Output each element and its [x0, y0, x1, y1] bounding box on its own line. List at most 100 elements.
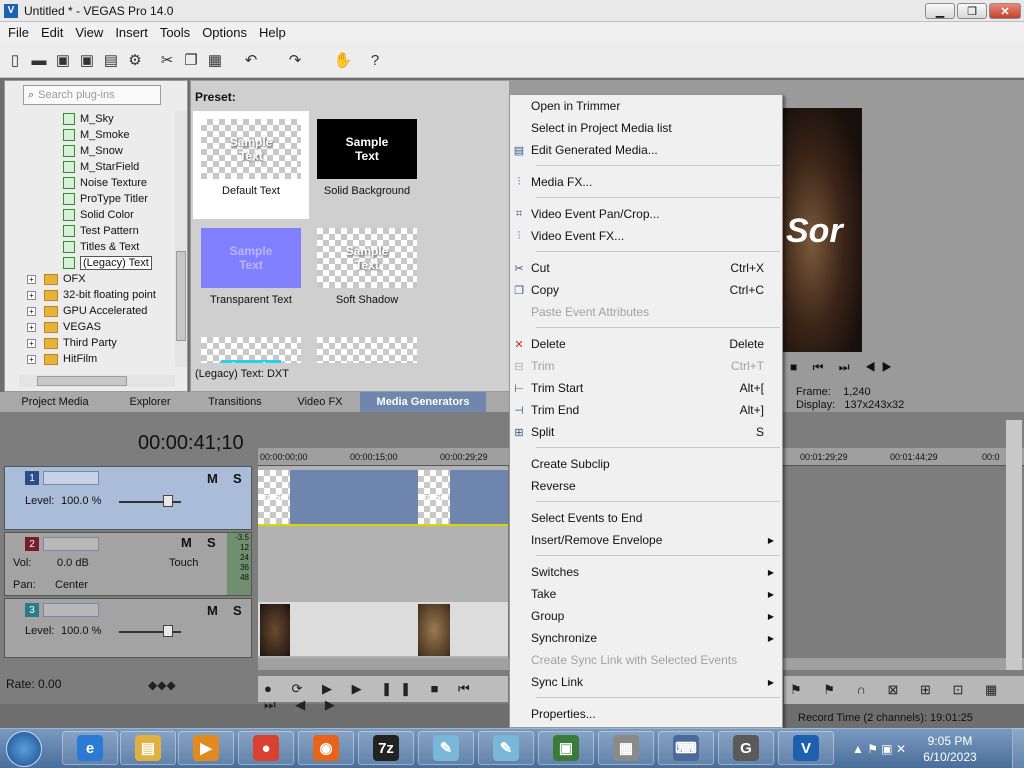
tree-item[interactable]: +32-bit floating point — [5, 287, 175, 303]
taskbar-app-vegas[interactable]: V — [778, 731, 834, 765]
tab-transitions[interactable]: Transitions — [190, 392, 280, 412]
edit-tools-icons[interactable]: ⚑ ⚑ ∩ ⊠ ⊞ ⊡ ▦ — [790, 682, 1006, 698]
track-header-video-1[interactable]: 1 Level: 100.0 % M S — [4, 466, 252, 530]
menu-item-sync-link[interactable]: Sync Link ▶ — [512, 671, 780, 693]
transport-controls[interactable]: ● ⟳ ▶ ▶ ❚❚ ■ ⏮ ⏭ ◀ ▶ — [264, 681, 508, 713]
level-slider-knob[interactable] — [163, 625, 173, 637]
menu-view[interactable]: View — [69, 25, 109, 40]
menu-item-copy[interactable]: ❐ Copy Ctrl+C — [512, 279, 780, 301]
paste-tool-icon[interactable]: ▦ — [206, 51, 224, 69]
menu-insert[interactable]: Insert — [109, 25, 154, 40]
save-as-icon[interactable]: ▣ — [78, 51, 96, 69]
solo-button[interactable]: S — [207, 535, 216, 550]
taskbar-app-firewall[interactable]: ▦ — [598, 731, 654, 765]
expand-icon[interactable]: + — [27, 354, 36, 364]
level-slider-knob[interactable] — [163, 495, 173, 507]
timeline-vertical-scrollbar[interactable] — [1006, 420, 1022, 670]
redo-icon[interactable]: ↷ — [286, 51, 304, 69]
menu-item-switches[interactable]: Switches ▶ — [512, 561, 780, 583]
track-name-field[interactable] — [43, 471, 99, 485]
menu-item-video-event-fx[interactable]: ⫶ Video Event FX... — [512, 225, 780, 247]
video-event-clip[interactable] — [258, 602, 508, 656]
track-name-field[interactable] — [43, 537, 99, 551]
tree-item[interactable]: M_Snow — [5, 143, 175, 159]
tree-item[interactable]: + OFX — [5, 271, 175, 287]
mute-button[interactable]: M — [207, 603, 218, 618]
menu-item-video-event-pan-crop[interactable]: ⌗ Video Event Pan/Crop... — [512, 203, 780, 225]
show-desktop-button[interactable] — [1012, 728, 1024, 768]
menu-item-media-fx[interactable]: ⫶ Media FX... — [512, 171, 780, 193]
start-button[interactable] — [6, 731, 42, 767]
preset-item[interactable]: Sample Text Default Text — [193, 111, 309, 219]
tree-hscroll-thumb[interactable] — [37, 376, 127, 386]
menu-item-take[interactable]: Take ▶ — [512, 583, 780, 605]
new-file-icon[interactable]: ▯ — [6, 51, 24, 69]
menu-edit[interactable]: Edit — [35, 25, 69, 40]
taskbar-app-7zip[interactable]: 7z — [358, 731, 414, 765]
taskbar-app-internet-explorer[interactable]: e — [62, 731, 118, 765]
preset-item[interactable]: Sample Text Soft Shadow — [309, 220, 425, 328]
tree-item[interactable]: M_StarField — [5, 159, 175, 175]
taskbar-app-media-player[interactable]: ▶ — [178, 731, 234, 765]
minimize-button[interactable]: ▁ — [925, 3, 955, 19]
menu-item-cut[interactable]: ✂ Cut Ctrl+X — [512, 257, 780, 279]
taskbar-app-firefox[interactable]: ◉ — [298, 731, 354, 765]
tree-item[interactable]: M_Sky — [5, 111, 175, 127]
clock[interactable]: 9:05 PM 6/10/2023 — [920, 733, 980, 765]
preset-item[interactable]: Sample — [309, 329, 425, 363]
tree-item[interactable]: + VEGAS — [5, 319, 175, 335]
open-folder-icon[interactable]: ▬ — [30, 51, 48, 69]
tree-item[interactable]: Noise Texture — [5, 175, 175, 191]
menu-item-trim-end[interactable]: ⊣ Trim End Alt+] — [512, 399, 780, 421]
render-icon[interactable]: ▤ — [102, 51, 120, 69]
taskbar-app-g-app[interactable]: G — [718, 731, 774, 765]
solo-button[interactable]: S — [233, 603, 242, 618]
track-header-video-3[interactable]: 3 Level: 100.0 % M S — [4, 598, 252, 658]
mute-button[interactable]: M — [181, 535, 192, 550]
settings-gear-icon[interactable]: ⚙ — [126, 51, 144, 69]
menu-item-select-in-project-media-list[interactable]: Select in Project Media list — [512, 117, 780, 139]
tab-media-generators[interactable]: Media Generators — [360, 392, 486, 412]
taskbar-app-notepad[interactable]: ✎ — [418, 731, 474, 765]
menu-item-properties[interactable]: Properties... — [512, 703, 780, 725]
rate-slider-icon[interactable]: ◆◆◆ — [148, 678, 176, 692]
menu-item-group[interactable]: Group ▶ — [512, 605, 780, 627]
touch-label[interactable]: Touch — [169, 557, 198, 569]
menu-item-open-in-trimmer[interactable]: Open in Trimmer — [512, 95, 780, 117]
help-pointer-icon[interactable]: ? — [366, 51, 384, 69]
preset-item[interactable]: Sample Text Solid Background — [309, 111, 425, 219]
tree-item[interactable]: ProType Titler — [5, 191, 175, 207]
taskbar-app-terminal[interactable]: ▣ — [538, 731, 594, 765]
copy-tool-icon[interactable]: ❐ — [182, 51, 200, 69]
taskbar-app-keyboard[interactable]: ⌨ — [658, 731, 714, 765]
menu-item-delete[interactable]: ✕ Delete Delete — [512, 333, 780, 355]
preset-item[interactable]: Sample — [193, 329, 309, 363]
pin-icon[interactable]: ✋ — [334, 51, 353, 69]
menu-help[interactable]: Help — [253, 25, 292, 40]
expand-icon[interactable]: + — [27, 322, 36, 332]
menu-options[interactable]: Options — [196, 25, 253, 40]
menu-item-synchronize[interactable]: Synchronize ▶ — [512, 627, 780, 649]
menu-item-split[interactable]: ⊞ Split S — [512, 421, 780, 443]
tree-item[interactable]: + HitFilm — [5, 351, 175, 367]
tree-item[interactable]: M_Smoke — [5, 127, 175, 143]
tree-item[interactable]: Titles & Text — [5, 239, 175, 255]
tree-item[interactable]: Solid Color — [5, 207, 175, 223]
tree-scroll-thumb[interactable] — [176, 251, 186, 341]
track-name-field[interactable] — [43, 603, 99, 617]
plugin-search-input[interactable]: ⌕ Search plug-ins — [23, 85, 161, 105]
tab-explorer[interactable]: Explorer — [110, 392, 190, 412]
close-button[interactable]: ✕ — [989, 3, 1021, 19]
menu-item-edit-generated-media[interactable]: ▤ Edit Generated Media... — [512, 139, 780, 161]
menu-tools[interactable]: Tools — [154, 25, 196, 40]
timeline-lanes-right[interactable] — [784, 466, 1004, 658]
menu-item-select-events-to-end[interactable]: Select Events to End — [512, 507, 780, 529]
solo-button[interactable]: S — [233, 471, 242, 486]
preset-item[interactable]: Sample Text Transparent Text — [193, 220, 309, 328]
opacity-envelope[interactable] — [258, 524, 508, 526]
tab-project-media[interactable]: Project Media — [0, 392, 110, 412]
save-icon[interactable]: ▣ — [54, 51, 72, 69]
tree-item[interactable]: (Legacy) Text — [5, 255, 175, 271]
expand-icon[interactable]: + — [27, 338, 36, 348]
expand-icon[interactable]: + — [27, 306, 36, 316]
